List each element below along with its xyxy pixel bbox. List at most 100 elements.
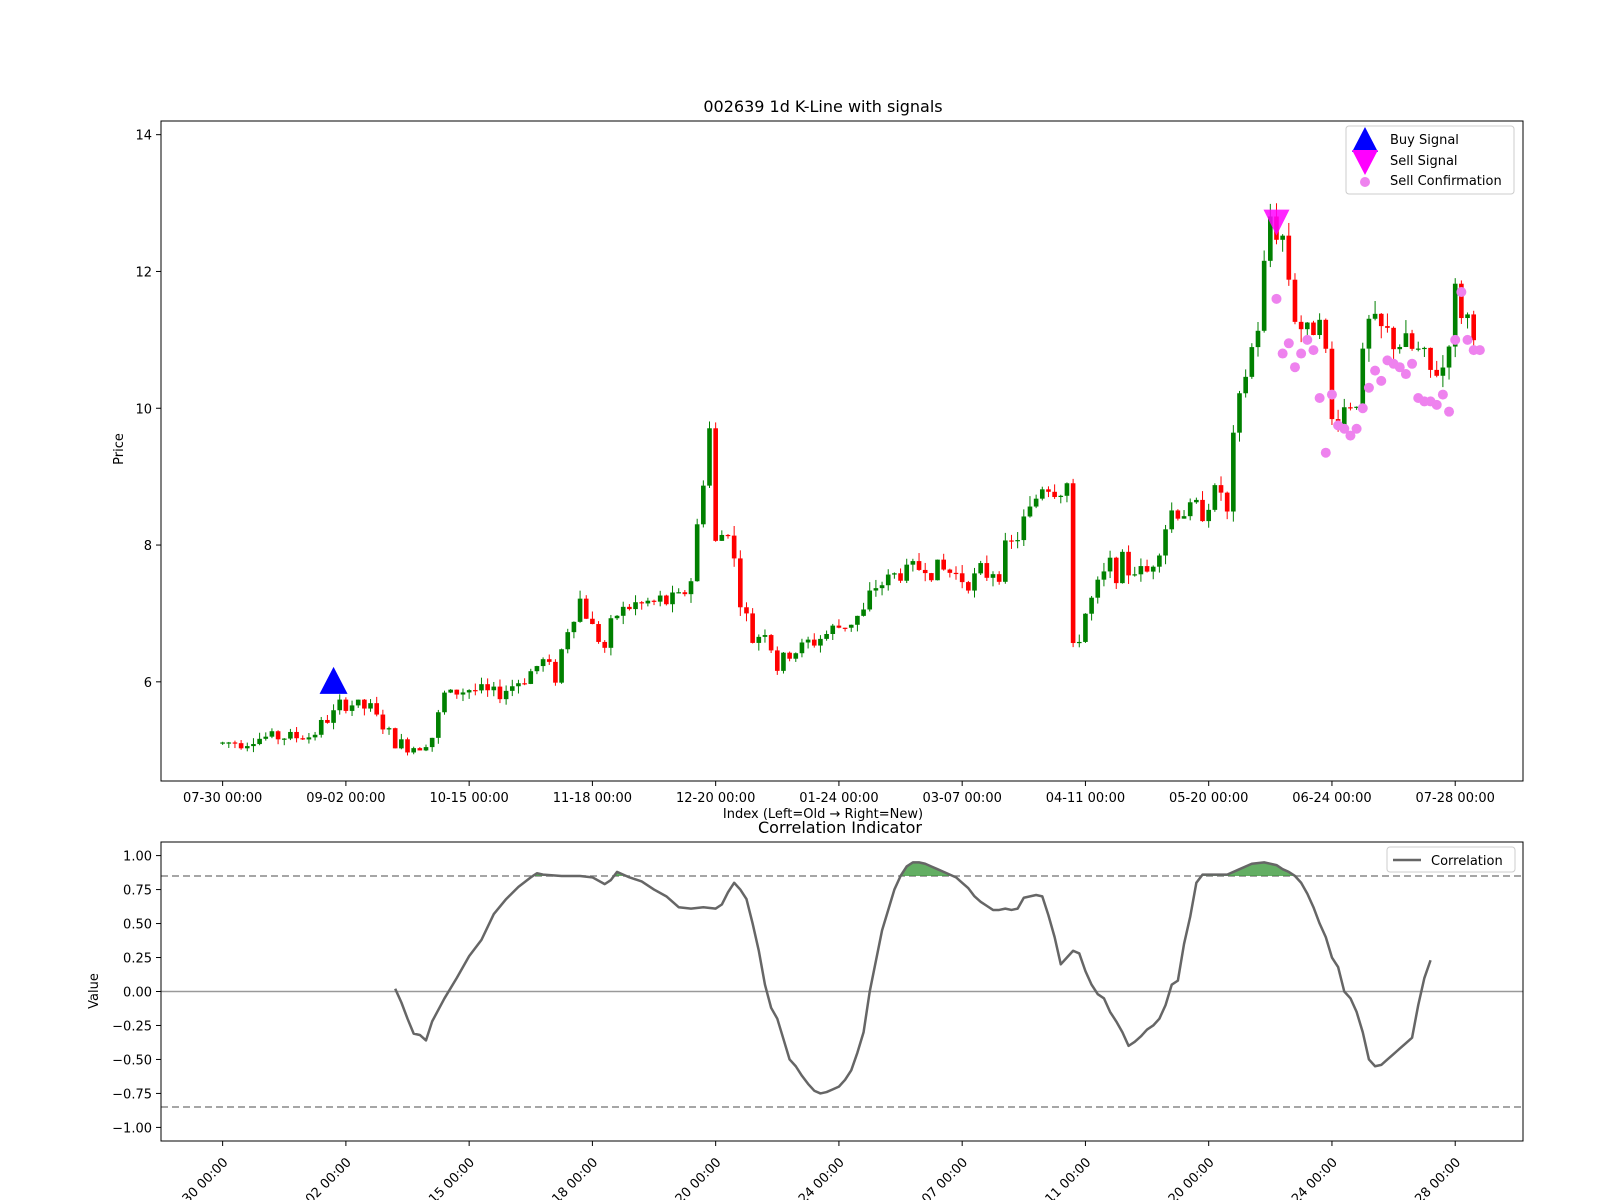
candle-body (633, 602, 638, 610)
candle-body (436, 712, 441, 738)
candle-body (380, 714, 386, 730)
candle-body (848, 624, 854, 628)
sell-confirmation-point (1357, 403, 1368, 414)
candle-body (645, 600, 651, 604)
candle-body (1009, 540, 1014, 542)
candle-body (953, 572, 959, 575)
candle-body (1348, 407, 1353, 409)
candle-body (1015, 540, 1020, 542)
candle-body (818, 638, 823, 646)
sell-confirmation-point (1400, 369, 1411, 380)
candle-body (639, 602, 645, 604)
candle-body (1360, 348, 1366, 407)
candle-body (1292, 279, 1298, 322)
candle-body (694, 524, 700, 582)
candle-body (429, 737, 435, 748)
candle-body (411, 748, 416, 753)
candle-body (676, 592, 681, 594)
sell-confirmation-point (1376, 375, 1387, 386)
candle-body (1409, 333, 1415, 349)
candle-body (608, 618, 614, 648)
legend-confirm-marker (1360, 177, 1370, 187)
candle-body (1003, 540, 1008, 582)
candle-body (1138, 566, 1144, 575)
corr-ytick-label: 1.00 (123, 850, 152, 865)
candle-body (546, 659, 552, 662)
candle-body (251, 744, 256, 747)
candle-body (959, 573, 965, 583)
candle-body (263, 736, 269, 739)
candle-body (873, 588, 879, 591)
candle-body (417, 748, 423, 751)
candle-body (879, 585, 885, 589)
candle-body (540, 659, 546, 667)
sell-confirmation-point (1444, 406, 1455, 417)
candle-body (787, 652, 792, 659)
candle-body (756, 636, 762, 643)
candle-body (836, 625, 842, 628)
candle-body (1397, 346, 1403, 350)
kline-legend: Buy Signal Sell Signal Sell Confirmation (1345, 125, 1515, 195)
candle-body (1175, 510, 1181, 519)
candle-body (288, 731, 293, 739)
candle-body (657, 595, 663, 602)
candle-body (762, 635, 768, 637)
candle-body (947, 569, 953, 573)
candle-body (830, 625, 836, 634)
candle-body (269, 731, 275, 737)
candle-body (1064, 483, 1070, 496)
sell-confirmation-point (1277, 348, 1288, 359)
kline-ytick-label: 6 (144, 676, 152, 691)
sell-confirmation-point (1370, 365, 1381, 376)
candle-body (312, 734, 318, 738)
candle-body (1058, 495, 1064, 498)
candle-body (1255, 330, 1261, 348)
corr-ytick-label: −0.50 (112, 1053, 152, 1068)
candle-body (349, 705, 355, 711)
corr-ylabel: Value (87, 973, 102, 1009)
sell-confirmation-point (1474, 345, 1485, 356)
candle-body (1261, 260, 1267, 331)
candle-body (306, 737, 312, 740)
candle-body (1046, 489, 1051, 492)
candle-body (392, 728, 398, 749)
candle-body (1237, 393, 1242, 433)
candle-body (454, 689, 460, 695)
candle-body (1187, 502, 1193, 517)
candle-body (1231, 432, 1236, 512)
candle-body (405, 739, 410, 753)
candle-body (1107, 557, 1113, 572)
candle-body (707, 428, 712, 486)
candle-body (972, 573, 977, 591)
sell-confirmation-point (1431, 399, 1442, 410)
candle-body (811, 639, 817, 646)
candle-body (1311, 322, 1316, 336)
candle-body (1224, 492, 1230, 512)
candle-body (664, 595, 669, 605)
corr-ytick-label: 0.50 (123, 918, 152, 933)
candle-body (996, 574, 1002, 582)
sell-confirmation-point (1326, 389, 1337, 400)
candle-body (565, 632, 571, 650)
candle-body (244, 746, 250, 749)
candle-body (1329, 348, 1335, 420)
candle-body (738, 558, 743, 608)
kline-xtick-label: 09-02 00:00 (306, 791, 385, 806)
candle-body (670, 592, 675, 605)
candle-body (1157, 555, 1162, 567)
candle-body (491, 686, 497, 691)
legend-corr-label: Correlation (1431, 854, 1503, 869)
sell-confirmation-point (1450, 334, 1461, 345)
candle-body (602, 641, 608, 648)
candle-body (442, 692, 447, 713)
candle-body (1434, 369, 1440, 376)
kline-xtick-label: 06-24 00:00 (1292, 791, 1371, 806)
candle-body (1372, 313, 1378, 319)
candle-body (750, 613, 755, 643)
candle-body (1298, 321, 1304, 330)
sell-confirmation-point (1462, 334, 1473, 345)
candle-body (1076, 641, 1082, 644)
kline-xtick-label: 03-07 00:00 (922, 791, 1001, 806)
kline-xtick-label: 11-18 00:00 (553, 791, 632, 806)
candle-body (793, 653, 799, 659)
